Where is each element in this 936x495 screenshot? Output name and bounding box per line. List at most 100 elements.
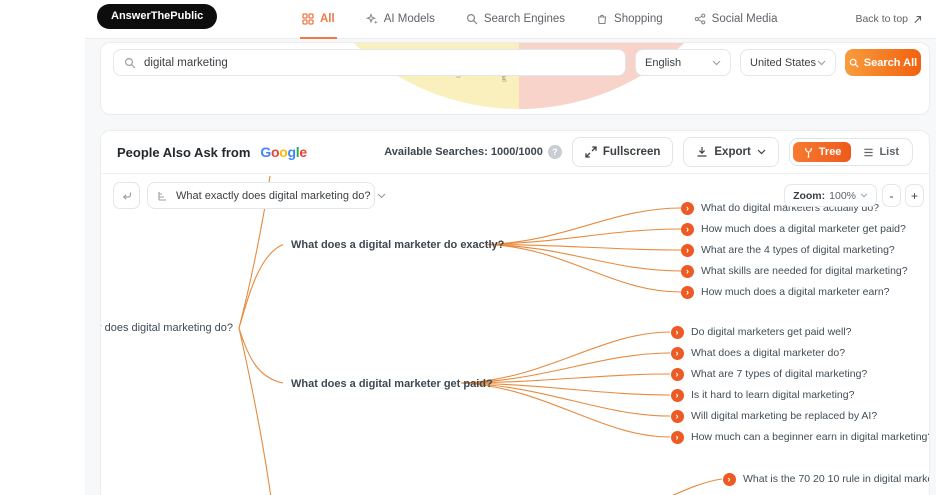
channel-tabs: All AI Models Search Engines Shopping So…	[300, 0, 780, 39]
top-navigation: AnswerThePublic All AI Models Search Eng…	[85, 0, 936, 39]
back-to-top-label: Back to top	[855, 13, 908, 25]
chevron-down-icon	[378, 193, 386, 198]
country-value: United States	[750, 56, 817, 69]
tree-leaf-question[interactable]: Do digital marketers get paid well?	[691, 325, 852, 339]
tree-leaf-question[interactable]: How much does a digital marketer get pai…	[701, 222, 906, 236]
zoom-value: 100%	[829, 189, 856, 202]
grid-icon	[302, 12, 314, 25]
tab-all[interactable]: All	[300, 0, 337, 39]
arrow-up-right-icon	[914, 15, 922, 23]
tree-leaf-question[interactable]: What skills are needed for digital marke…	[701, 264, 908, 278]
panel-header-controls: Available Searches: 1000/1000 ? Fullscre…	[384, 137, 913, 167]
fullscreen-icon	[585, 146, 597, 158]
available-searches: Available Searches: 1000/1000 ?	[384, 145, 562, 159]
expand-node-icon[interactable]: ›	[670, 430, 684, 444]
search-card: digital digital digital marketing Englis…	[100, 42, 930, 115]
tree-branch-question[interactable]: What does a digital marketer get paid?	[291, 377, 493, 391]
language-value: English	[645, 56, 682, 69]
expand-node-icon[interactable]: ›	[670, 325, 684, 339]
tree-view-button[interactable]: Tree	[792, 142, 852, 162]
zoom-level-dropdown[interactable]: Zoom: 100%	[784, 184, 877, 207]
panel-title: People Also Ask from	[117, 144, 251, 160]
tree-leaf-question[interactable]: What are 7 types of digital marketing?	[691, 367, 867, 381]
google-letter: G	[260, 144, 271, 160]
expand-node-icon[interactable]: ›	[722, 472, 736, 486]
google-letter: g	[287, 144, 297, 160]
tree-root-question[interactable]: tly does digital marketing do?	[101, 321, 233, 335]
tree-leaf-question[interactable]: What does a digital marketer do?	[691, 346, 845, 360]
tree-leaf-question[interactable]: Will digital marketing be replaced by AI…	[691, 409, 877, 423]
google-letter: o	[279, 144, 288, 160]
answerthepublic-logo[interactable]: AnswerThePublic	[97, 4, 218, 29]
tree-leaf-question[interactable]: How much does a digital marketer earn?	[701, 285, 890, 299]
country-select[interactable]: United States	[740, 49, 836, 76]
tree-leaf-question[interactable]: Is it hard to learn digital marketing?	[691, 388, 854, 402]
selected-question: What exactly does digital marketing do?	[176, 189, 371, 202]
chevron-down-icon	[860, 193, 868, 198]
export-label: Export	[714, 146, 751, 158]
search-all-button[interactable]: Search All	[845, 49, 921, 76]
view-toggle: Tree List	[788, 138, 913, 166]
expand-node-icon[interactable]: ›	[681, 264, 694, 278]
undo-arrow-icon	[122, 192, 131, 200]
list-view-label: List	[879, 146, 899, 158]
tab-search-engines[interactable]: Search Engines	[464, 0, 567, 39]
search-bar-row: digital marketing English United States …	[113, 49, 921, 76]
expand-node-icon[interactable]: ›	[670, 346, 684, 360]
google-letter: e	[299, 144, 307, 160]
answerthepublic-page: AnswerThePublic All AI Models Search Eng…	[0, 0, 936, 495]
people-also-ask-panel: People Also Ask from Google Available Se…	[100, 130, 930, 495]
fullscreen-label: Fullscreen	[602, 146, 661, 158]
tree-view-label: Tree	[818, 146, 842, 158]
expand-node-icon[interactable]: ›	[681, 222, 694, 236]
chevron-down-icon	[712, 60, 721, 65]
share-icon	[694, 13, 705, 24]
expand-node-icon[interactable]: ›	[681, 243, 694, 257]
list-view-button[interactable]: List	[853, 142, 909, 162]
help-icon[interactable]: ?	[547, 145, 562, 159]
tree-leaf-question[interactable]: What are the 4 types of digital marketin…	[701, 243, 895, 257]
search-input[interactable]: digital marketing	[113, 49, 626, 76]
tab-social-media[interactable]: Social Media	[692, 0, 780, 39]
expand-node-icon[interactable]: ›	[681, 201, 694, 215]
question-select-dropdown[interactable]: What exactly does digital marketing do?	[147, 182, 386, 209]
tab-search-engines-label: Search Engines	[483, 12, 566, 25]
tree-leaf-question[interactable]: How much can a beginner earn in digital …	[691, 430, 929, 444]
search-icon	[849, 58, 859, 68]
tab-ai-models-label: AI Models	[383, 12, 435, 25]
tab-shopping-label: Shopping	[614, 12, 663, 25]
search-all-label: Search All	[863, 56, 918, 69]
back-to-top-link[interactable]: Back to top	[855, 13, 922, 25]
tree-branch-question[interactable]: What does a digital marketer do exactly?	[291, 238, 504, 252]
zoom-label: Zoom:	[793, 189, 826, 202]
tab-shopping[interactable]: Shopping	[594, 0, 665, 39]
tab-all-label: All	[320, 12, 335, 25]
tab-ai-models[interactable]: AI Models	[364, 0, 437, 39]
expand-node-icon[interactable]: ›	[681, 285, 694, 299]
tree-leaf-question[interactable]: What is the 70 20 10 rule in digital mar…	[743, 472, 929, 486]
chevron-down-icon	[757, 149, 766, 155]
available-searches-label: Available Searches: 1000/1000	[384, 146, 543, 158]
search-query-value: digital marketing	[144, 56, 228, 69]
language-select[interactable]: English	[635, 49, 731, 76]
tree-view-icon	[804, 147, 812, 158]
google-logo: Google	[260, 144, 307, 160]
zoom-out-button[interactable]: -	[882, 184, 901, 207]
expand-node-icon[interactable]: ›	[670, 388, 684, 402]
fullscreen-button[interactable]: Fullscreen	[571, 137, 674, 167]
hierarchy-icon	[158, 191, 166, 201]
panel-header: People Also Ask from Google Available Se…	[101, 131, 929, 174]
zoom-in-button[interactable]: +	[905, 184, 924, 207]
search-icon	[466, 13, 478, 24]
chevron-down-icon	[817, 60, 826, 65]
expand-node-icon[interactable]: ›	[670, 367, 684, 381]
list-view-icon	[864, 148, 874, 156]
sparkles-icon	[365, 12, 378, 24]
download-icon	[697, 147, 707, 157]
export-button[interactable]: Export	[683, 137, 779, 167]
shopping-bag-icon	[597, 14, 607, 24]
reset-view-button[interactable]	[113, 182, 140, 209]
search-icon	[124, 57, 136, 68]
tab-social-media-label: Social Media	[711, 12, 778, 25]
expand-node-icon[interactable]: ›	[670, 409, 684, 423]
